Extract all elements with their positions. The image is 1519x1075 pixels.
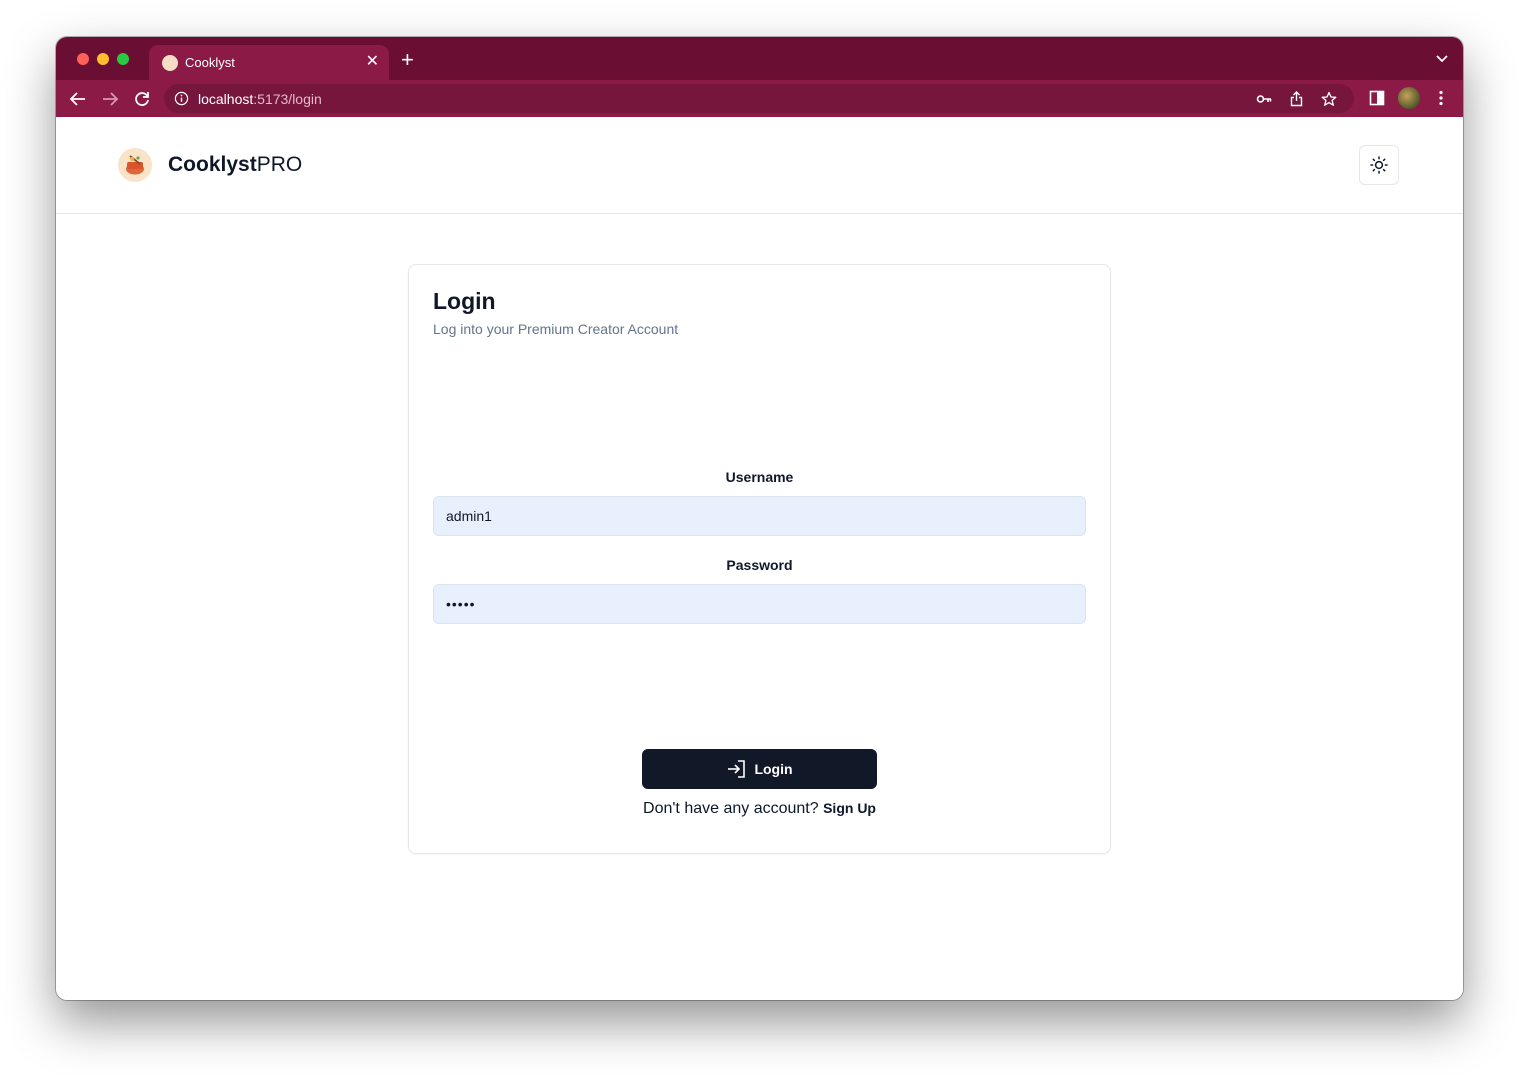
url-path: :5173/login: [253, 91, 322, 107]
cooklyst-favicon-icon: [162, 55, 178, 71]
browser-tab[interactable]: Cooklyst ✕: [149, 45, 389, 80]
signup-row: Don't have any account? Sign Up: [409, 800, 1110, 818]
profile-avatar[interactable]: [1398, 87, 1420, 109]
password-label: Password: [726, 557, 793, 573]
back-arrow-icon[interactable]: [68, 89, 88, 109]
maximize-window-button[interactable]: [117, 53, 129, 65]
url-text[interactable]: localhost:5173/login: [198, 91, 322, 107]
login-card: Login Log into your Premium Creator Acco…: [408, 264, 1111, 854]
sun-icon: [1370, 156, 1388, 174]
login-button-label: Login: [754, 761, 793, 777]
brand-name-pro: PRO: [256, 153, 303, 176]
signup-prompt: Don't have any account?: [643, 800, 819, 817]
close-window-button[interactable]: [77, 53, 89, 65]
bookmark-star-icon[interactable]: [1321, 91, 1337, 107]
reload-icon[interactable]: [132, 89, 152, 109]
browser-menu-icon[interactable]: [1438, 90, 1444, 106]
password-field[interactable]: •••••: [433, 584, 1086, 624]
tab-title: Cooklyst: [185, 55, 235, 70]
page-content: CooklystPRO Login Log into your Premium …: [56, 117, 1463, 1000]
forward-arrow-icon[interactable]: [100, 89, 120, 109]
url-host: localhost: [198, 91, 254, 107]
browser-window: Cooklyst ✕ + localhost:5173/login Cookly…: [56, 37, 1463, 1000]
browser-toolbar: localhost:5173/login: [56, 80, 1463, 117]
password-key-icon[interactable]: [1256, 91, 1272, 107]
signup-link[interactable]: Sign Up: [823, 800, 876, 816]
username-field[interactable]: admin1: [433, 496, 1086, 536]
share-icon[interactable]: [1289, 91, 1304, 107]
tab-close-icon[interactable]: ✕: [366, 53, 379, 71]
login-title: Login: [433, 288, 496, 314]
tab-search-chevron-icon[interactable]: [1435, 54, 1449, 64]
login-button[interactable]: Login: [642, 749, 877, 789]
login-arrow-icon: [728, 760, 746, 778]
username-label: Username: [725, 469, 794, 485]
cooklyst-logo[interactable]: [118, 148, 152, 182]
minimize-window-button[interactable]: [97, 53, 109, 65]
address-bar[interactable]: localhost:5173/login: [164, 84, 1354, 113]
site-header: CooklystPRO: [56, 117, 1463, 214]
brand-name-bold: Cooklyst: [168, 153, 257, 176]
side-panel-icon[interactable]: [1369, 90, 1385, 106]
brand-name[interactable]: CooklystPRO: [168, 153, 302, 177]
cooking-pot-icon: [126, 155, 144, 175]
tab-strip: Cooklyst ✕ +: [56, 37, 1463, 80]
site-info-icon[interactable]: [174, 91, 189, 106]
theme-toggle-button[interactable]: [1359, 145, 1399, 185]
new-tab-button[interactable]: +: [401, 49, 414, 71]
login-description: Log into your Premium Creator Account: [433, 321, 679, 337]
